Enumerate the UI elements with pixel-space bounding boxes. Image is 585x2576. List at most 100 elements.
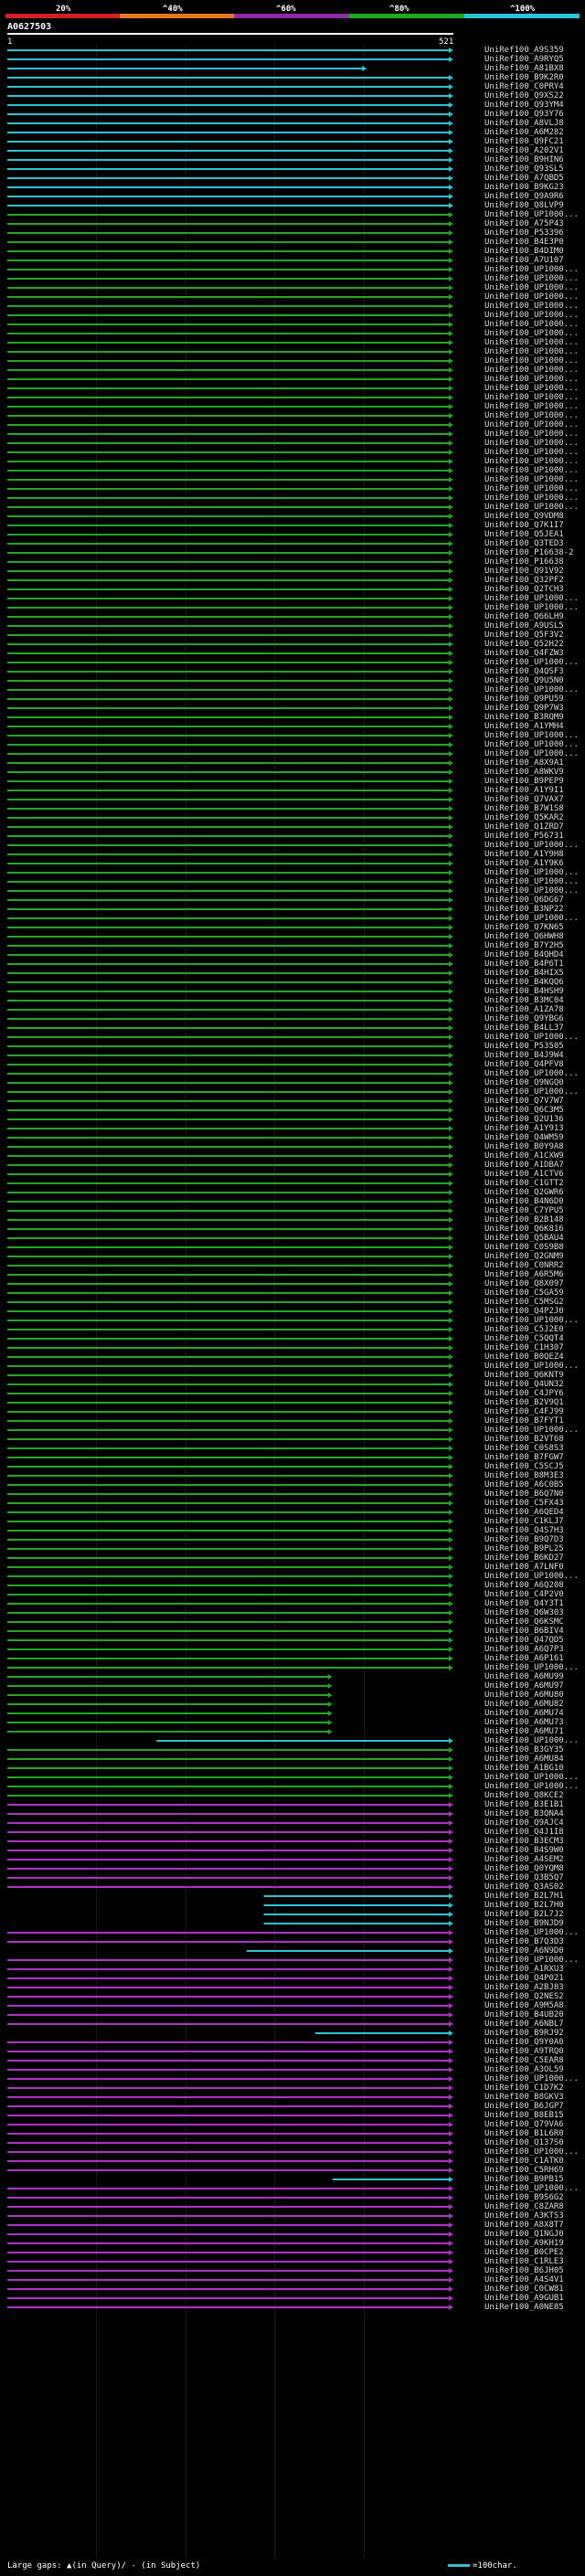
hit-label[interactable]: UniRef100_C5SCJ5 (484, 1462, 564, 1471)
hit-label[interactable]: UniRef100_UP1000... (484, 1572, 579, 1581)
hit-label[interactable]: UniRef100_Q1NGJ0 (484, 2230, 564, 2239)
hit-label[interactable]: UniRef100_B3NP22 (484, 905, 564, 914)
hit-label[interactable]: UniRef100_A9TRQ0 (484, 2047, 564, 2056)
hit-label[interactable]: UniRef100_B4UB20 (484, 2010, 564, 2019)
hit-label[interactable]: UniRef100_C0CW81 (484, 2284, 564, 2294)
hit-label[interactable]: UniRef100_Q32PF2 (484, 576, 564, 585)
hit-label[interactable]: UniRef100_UP1000... (484, 420, 579, 429)
hit-label[interactable]: UniRef100_UP1000... (484, 1782, 579, 1791)
hit-label[interactable]: UniRef100_Q2TCH3 (484, 585, 564, 594)
hit-label[interactable]: UniRef100_UP1000... (484, 685, 579, 694)
hit-label[interactable]: UniRef100_Q93SL5 (484, 164, 564, 174)
hit-label[interactable]: UniRef100_UP1000... (484, 210, 579, 219)
hit-label[interactable]: UniRef100_Q93YM4 (484, 101, 564, 110)
hit-label[interactable]: UniRef100_C8ZAR8 (484, 2202, 564, 2211)
hit-label[interactable]: UniRef100_A6C0B5 (484, 1480, 564, 1489)
hit-label[interactable]: UniRef100_UP1000... (484, 292, 579, 302)
hit-label[interactable]: UniRef100_UP1000... (484, 475, 579, 484)
hit-label[interactable]: UniRef100_UP1000... (484, 429, 579, 439)
hit-label[interactable]: UniRef100_B3ECM3 (484, 1837, 564, 1846)
hit-label[interactable]: UniRef100_A1CTV6 (484, 1170, 564, 1179)
hit-label[interactable]: UniRef100_Q7K1I7 (484, 521, 564, 530)
hit-label[interactable]: UniRef100_Q137S0 (484, 2138, 564, 2147)
hit-label[interactable]: UniRef100_C4P2V0 (484, 1590, 564, 1599)
hit-label[interactable]: UniRef100_A1Y9H8 (484, 850, 564, 859)
hit-label[interactable]: UniRef100_Q6KSMC (484, 1617, 564, 1627)
hit-label[interactable]: UniRef100_Q6C3M5 (484, 1106, 564, 1115)
hit-label[interactable]: UniRef100_Q9U5N0 (484, 676, 564, 685)
hit-label[interactable]: UniRef100_UP1000... (484, 1362, 579, 1371)
hit-label[interactable]: UniRef100_UP1000... (484, 841, 579, 850)
hit-label[interactable]: UniRef100_A6MU84 (484, 1754, 564, 1764)
hit-label[interactable]: UniRef100_P16638 (484, 557, 564, 567)
hit-label[interactable]: UniRef100_Q9YBG6 (484, 1014, 564, 1023)
hit-label[interactable]: UniRef100_B9KG23 (484, 183, 564, 192)
hit-label[interactable]: UniRef100_B9HIN6 (484, 155, 564, 164)
hit-label[interactable]: UniRef100_B4HSH9 (484, 987, 564, 996)
hit-label[interactable]: UniRef100_B9RJ92 (484, 2029, 564, 2038)
hit-label[interactable]: UniRef100_UP1000... (484, 2184, 579, 2193)
hit-label[interactable]: UniRef100_UP1000... (484, 1316, 579, 1325)
hit-label[interactable]: UniRef100_Q5BAU4 (484, 1234, 564, 1243)
hit-label[interactable]: UniRef100_Q9NGQ0 (484, 1078, 564, 1087)
hit-label[interactable]: UniRef100_A6P161 (484, 1654, 564, 1663)
hit-label[interactable]: UniRef100_B2L7H1 (484, 1892, 564, 1901)
hit-label[interactable]: UniRef100_B3GY35 (484, 1745, 564, 1754)
hit-label[interactable]: UniRef100_Q9A9R6 (484, 192, 564, 201)
hit-label[interactable]: UniRef100_Q9P7W3 (484, 704, 564, 713)
hit-label[interactable]: UniRef100_UP1000... (484, 658, 579, 667)
hit-label[interactable]: UniRef100_Q3TED3 (484, 539, 564, 548)
hit-label[interactable]: UniRef100_UP1000... (484, 1773, 579, 1782)
hit-label[interactable]: UniRef100_UP1000... (484, 448, 579, 457)
hit-label[interactable]: UniRef100_Q6HWH8 (484, 932, 564, 941)
hit-label[interactable]: UniRef100_C5RH69 (484, 2166, 564, 2175)
hit-label[interactable]: UniRef100_C7YPU5 (484, 1206, 564, 1215)
hit-label[interactable]: UniRef100_Q4FZW3 (484, 649, 564, 658)
hit-label[interactable]: UniRef100_UP1000... (484, 402, 579, 411)
hit-label[interactable]: UniRef100_B7Q3D3 (484, 1937, 564, 1946)
hit-label[interactable]: UniRef100_Q4J1I8 (484, 1828, 564, 1837)
hit-label[interactable]: UniRef100_A6MU80 (484, 1691, 564, 1700)
hit-label[interactable]: UniRef100_C0S9B8 (484, 1243, 564, 1252)
hit-label[interactable]: UniRef100_Q8X097 (484, 1279, 564, 1288)
hit-label[interactable]: UniRef100_B4N6D0 (484, 1197, 564, 1206)
hit-label[interactable]: UniRef100_B3E1B1 (484, 1800, 564, 1809)
hit-label[interactable]: UniRef100_A6Q208 (484, 1581, 564, 1590)
hit-label[interactable]: UniRef100_B4KQQ6 (484, 978, 564, 987)
hit-label[interactable]: UniRef100_Q91V92 (484, 567, 564, 576)
hit-label[interactable]: UniRef100_UP1000... (484, 393, 579, 402)
hit-label[interactable]: UniRef100_B4QHD4 (484, 950, 564, 959)
hit-label[interactable]: UniRef100_A6MU74 (484, 1709, 564, 1718)
hit-label[interactable]: UniRef100_C5GA59 (484, 1288, 564, 1298)
hit-label[interactable]: UniRef100_A1Y9I1 (484, 786, 564, 795)
hit-label[interactable]: UniRef100_UP1000... (484, 2074, 579, 2083)
hit-label[interactable]: UniRef100_C0S8S3 (484, 1444, 564, 1453)
hit-label[interactable]: UniRef100_Q5KAR2 (484, 813, 564, 822)
hit-label[interactable]: UniRef100_B3RQM9 (484, 713, 564, 722)
hit-label[interactable]: UniRef100_A6MU99 (484, 1672, 564, 1681)
hit-label[interactable]: UniRef100_B4HIX5 (484, 969, 564, 978)
hit-label[interactable]: UniRef100_Q66LH9 (484, 612, 564, 621)
hit-label[interactable]: UniRef100_A9KH19 (484, 2239, 564, 2248)
hit-label[interactable]: UniRef100_UP1000... (484, 484, 579, 493)
hit-label[interactable]: UniRef100_C5MSG2 (484, 1298, 564, 1307)
hit-label[interactable]: UniRef100_Q5JEA1 (484, 530, 564, 539)
hit-label[interactable]: UniRef100_UP1000... (484, 877, 579, 886)
hit-label[interactable]: UniRef100_C4FJ99 (484, 1407, 564, 1416)
hit-label[interactable]: UniRef100_B6Q7N0 (484, 1489, 564, 1499)
hit-label[interactable]: UniRef100_A6QED4 (484, 1508, 564, 1517)
hit-label[interactable]: UniRef100_A4SEM2 (484, 1855, 564, 1864)
hit-label[interactable]: UniRef100_B8GKV3 (484, 2093, 564, 2102)
hit-label[interactable]: UniRef100_UP1000... (484, 265, 579, 274)
hit-label[interactable]: UniRef100_A4S4V1 (484, 2275, 564, 2284)
hit-label[interactable]: UniRef100_B9PL25 (484, 1544, 564, 1553)
hit-label[interactable]: UniRef100_A6M282 (484, 128, 564, 137)
hit-label[interactable]: UniRef100_UP1000... (484, 749, 579, 758)
hit-label[interactable]: UniRef100_A1Y913 (484, 1124, 564, 1133)
hit-label[interactable]: UniRef100_UP1000... (484, 594, 579, 603)
hit-label[interactable]: UniRef100_Q0YQM8 (484, 1864, 564, 1873)
hit-label[interactable]: UniRef100_B7FYT1 (484, 1416, 564, 1426)
hit-label[interactable]: UniRef100_UP1000... (484, 457, 579, 466)
hit-label[interactable]: UniRef100_UP1000... (484, 366, 579, 375)
hit-label[interactable]: UniRef100_A0NE85 (484, 2303, 564, 2312)
